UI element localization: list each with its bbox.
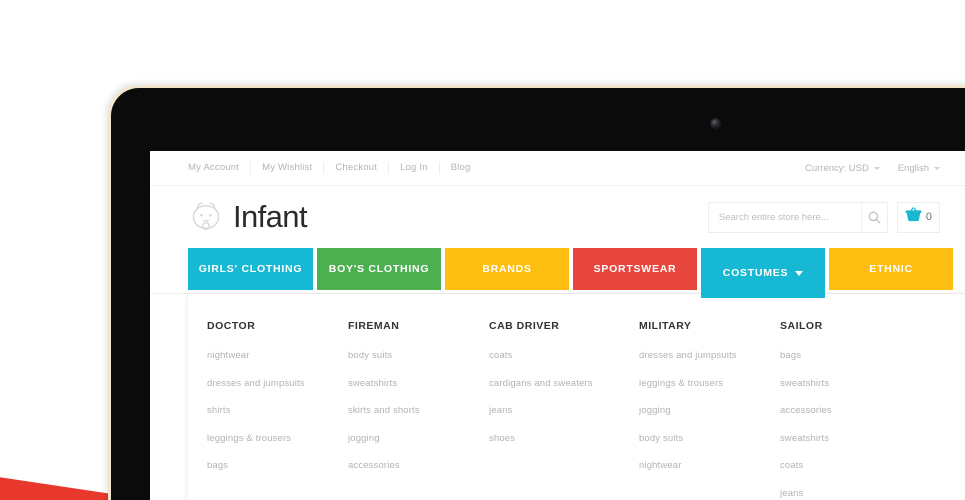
mega-column-fireman: FIREMAN body suits sweatshirts skirts an… [348,320,489,500]
cart-button[interactable]: 0 [896,201,940,233]
site-name: Infant [233,199,308,234]
link-log-in[interactable]: Log In [389,162,440,174]
utility-topbar: My Account My Wishlist Checkout Log In B… [150,151,965,186]
mega-link[interactable]: jeans [489,405,639,416]
mega-link[interactable]: jogging [639,405,780,416]
front-camera-icon [711,119,720,128]
mega-link[interactable]: cardigans and sweaters [489,378,639,389]
link-checkout[interactable]: Checkout [324,162,390,174]
mega-menu-columns: DOCTOR nightwear dresses and jumpsuits s… [188,320,965,500]
language-selector-label: English [897,162,929,174]
mega-column-sailor: SAILOR bags sweatshirts accessories swea… [780,320,921,500]
shopping-basket-icon [905,207,922,227]
link-my-account[interactable]: My Account [188,162,252,174]
mega-link[interactable]: nightwear [639,460,780,471]
cart-count: 0 [925,211,932,223]
mega-link[interactable]: bags [207,460,348,471]
currency-selector[interactable]: Currency: USD [805,163,880,174]
nav-item-sportswear[interactable]: SPORTSWEAR [573,248,697,290]
mega-link[interactable]: nightwear [207,350,348,361]
nav-label: GIRLS' CLOTHING [198,263,303,275]
screenshot-stage: My Account My Wishlist Checkout Log In B… [0,0,965,500]
mega-column-title: DOCTOR [207,320,256,332]
baby-face-icon [188,200,224,234]
nav-list: GIRLS' CLOTHING BOY'S CLOTHING BRANDS SP… [188,248,965,298]
nav-item-ethnic[interactable]: ETHNIC [829,248,953,290]
mega-link[interactable]: bags [780,350,921,361]
mega-link[interactable]: leggings & trousers [639,378,780,389]
mega-link[interactable]: coats [489,350,639,361]
search-box[interactable] [707,201,888,233]
mega-link[interactable]: jeans [780,488,921,499]
currency-selector-label: Currency: USD [804,162,869,174]
nav-label: ETHNIC [869,263,913,275]
mega-link[interactable]: dresses and jumpsuits [639,350,780,361]
mega-link[interactable]: shirts [207,405,348,416]
mega-column-military: MILITARY dresses and jumpsuits leggings … [639,320,780,500]
mega-link[interactable]: accessories [780,405,921,416]
mega-link[interactable]: coats [780,460,921,471]
mega-column-doctor: DOCTOR nightwear dresses and jumpsuits s… [207,320,348,500]
tablet-bezel: My Account My Wishlist Checkout Log In B… [111,88,965,500]
nav-label: BOY'S CLOTHING [328,263,430,275]
mega-link[interactable]: sweatshirts [348,378,489,389]
mega-link[interactable]: accessories [348,460,489,471]
search-input[interactable] [708,202,861,232]
mega-link[interactable]: jogging [348,433,489,444]
mega-link[interactable]: sweatshirts [780,378,921,389]
mega-column-title: SAILOR [780,320,823,332]
chevron-down-icon [934,166,940,170]
utility-links: My Account My Wishlist Checkout Log In B… [188,162,482,174]
nav-label: SPORTSWEAR [593,263,677,275]
mega-column-title: MILITARY [639,320,692,332]
mega-link[interactable]: skirts and shorts [348,405,489,416]
nav-item-costumes[interactable]: COSTUMES [701,248,825,298]
nav-label: BRANDS [482,263,532,275]
nav-item-boys-clothing[interactable]: BOY'S CLOTHING [317,248,441,290]
mega-link[interactable]: dresses and jumpsuits [207,378,348,389]
tablet-screen: My Account My Wishlist Checkout Log In B… [150,151,965,500]
mega-link[interactable]: leggings & trousers [207,433,348,444]
website-viewport: My Account My Wishlist Checkout Log In B… [150,151,965,500]
chevron-down-icon [873,166,880,170]
mega-link[interactable]: body suits [348,350,489,361]
mega-link[interactable]: shoes [489,433,639,444]
mega-link[interactable]: sweatshirts [780,433,921,444]
mega-column-title: FIREMAN [348,320,400,332]
tablet-device: My Account My Wishlist Checkout Log In B… [108,85,965,500]
utility-selectors: Currency: USD English [787,163,965,174]
mega-column-cab-driver: CAB DRIVER coats cardigans and sweaters … [489,320,639,500]
chevron-down-icon [795,271,804,276]
mega-link[interactable]: body suits [639,433,780,444]
main-navigation: GIRLS' CLOTHING BOY'S CLOTHING BRANDS SP… [150,248,965,298]
search-and-cart: 0 [707,201,940,233]
nav-item-girls-clothing[interactable]: GIRLS' CLOTHING [188,248,313,290]
language-selector[interactable]: English [898,163,940,174]
costumes-mega-menu: DOCTOR nightwear dresses and jumpsuits s… [188,294,965,500]
link-blog[interactable]: Blog [440,162,482,174]
site-logo[interactable]: Infant [188,199,308,234]
nav-label: COSTUMES [722,267,789,279]
link-my-wishlist[interactable]: My Wishlist [251,162,325,174]
nav-item-brands[interactable]: BRANDS [445,248,569,290]
search-button[interactable] [860,202,887,232]
mega-column-title: CAB DRIVER [489,320,560,332]
brand-row: Infant Search entire store here... 0 [150,186,965,248]
